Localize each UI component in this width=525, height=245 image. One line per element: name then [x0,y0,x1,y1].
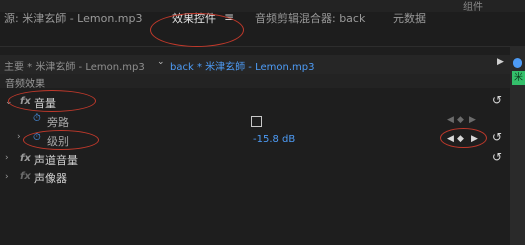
expand-chevron-icon[interactable]: › [5,172,9,182]
tab-source[interactable]: 源: 米津玄師 - Lemon.mp3 [4,10,142,26]
reset-icon[interactable]: ↺ [492,93,502,107]
tab-audio-clip-mixer[interactable]: 音频剪辑混合器: back [255,10,365,26]
audio-effects-header [0,74,510,88]
reset-icon[interactable]: ↺ [492,130,502,144]
clip-tag[interactable]: 米 [512,71,525,85]
tab-menu-icon[interactable]: ≡ [224,10,234,24]
sequence-clip-label[interactable]: back * 米津玄師 - Lemon.mp3 [170,58,314,73]
section-title: 音频效果 [5,79,45,90]
reset-icon[interactable]: ↺ [492,150,502,164]
keyframe-next-icon: ▶ [469,115,476,125]
expand-chevron-icon[interactable]: ⌄ [5,97,13,107]
expand-chevron-icon[interactable]: › [17,132,21,142]
level-value[interactable]: -15.8 dB [253,134,295,145]
effect-channel-volume-label: 声道音量 [34,154,78,167]
effect-panner-label: 声像器 [34,172,67,185]
stopwatch-icon[interactable]: ⏱ [33,113,41,124]
fx-icon[interactable]: fx [20,96,31,107]
keyframe-next-icon[interactable]: ▶ [471,134,478,144]
fx-icon[interactable]: fx [20,171,31,182]
keyframe-add-icon: ◆ [457,115,464,125]
keyframe-prev-icon: ◀ [447,115,454,125]
master-clip-label[interactable]: 主要 * 米津玄師 - Lemon.mp3 [4,58,145,73]
bypass-label: 旁路 [47,116,69,129]
tab-metadata[interactable]: 元数据 [393,10,426,26]
bypass-checkbox[interactable] [251,116,262,127]
play-arrow-icon[interactable]: ▶ [497,57,504,67]
keyframe-add-icon[interactable]: ◆ [457,134,464,144]
keyframe-prev-icon[interactable]: ◀ [447,134,454,144]
chevron-down-icon[interactable]: ⌄ [157,57,165,67]
stopwatch-icon[interactable]: ⏱ [33,132,41,143]
fx-icon[interactable]: fx [20,153,31,164]
level-label: 级别 [47,135,69,148]
tab-effect-controls[interactable]: 效果控件 [172,10,216,26]
effect-volume-label: 音量 [34,97,56,110]
scroll-handle[interactable] [513,58,522,68]
expand-chevron-icon[interactable]: › [5,153,9,163]
